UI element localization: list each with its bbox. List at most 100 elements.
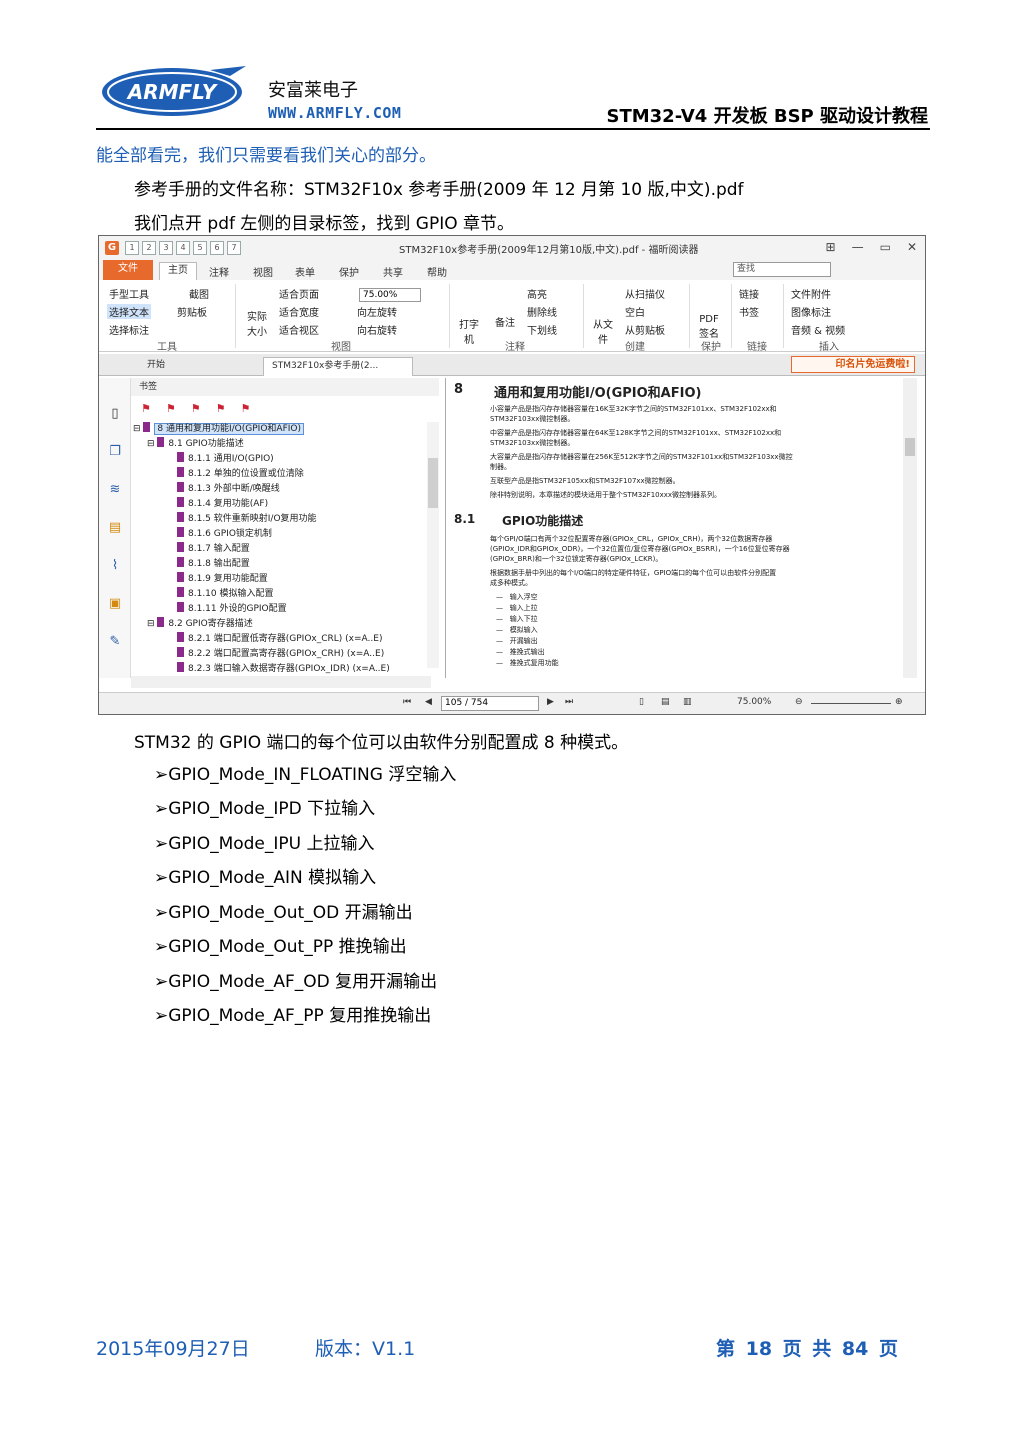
facing-icon[interactable]: ▥ [683,697,692,707]
typewriter-button[interactable]: 打字机 [459,316,479,346]
quick-access-key[interactable]: 4 [176,241,190,255]
fit-page-button[interactable]: 适合页面 [279,286,319,301]
bookmark-item[interactable]: 8.2.2 端口配置高寄存器(GPIOx_CRH) (x=A..E) [177,647,384,662]
page-bullet: — 推挽式输出 [496,648,545,656]
select-annot-button[interactable]: 选择标注 [109,322,149,337]
from-scanner-button[interactable]: 从扫描仪 [625,286,665,301]
rotate-left-button[interactable]: 向左旋转 [357,304,397,319]
quick-access-key[interactable]: 3 [159,241,173,255]
audio-video-button[interactable]: 音频 & 视频 [791,322,845,337]
zoom-slider[interactable] [811,703,891,704]
continuous-icon[interactable]: ▤ [661,697,670,707]
page-scrollbar[interactable] [903,378,917,678]
file-attach-button[interactable]: 文件附件 [791,286,831,301]
bookmark-tool-icon[interactable]: ⚑ [141,402,151,415]
zoom-out-icon[interactable]: ⊖ [795,697,803,707]
tab-view[interactable]: 视图 [253,264,273,279]
bookmark-tool-icon[interactable]: ⚑ [216,402,226,415]
blank-page-button[interactable]: 空白 [625,304,645,319]
bookmark-hscrollbar[interactable] [131,676,431,688]
tab-share[interactable]: 共享 [383,264,403,279]
bookmark-item[interactable]: 8.1.7 输入配置 [177,542,250,557]
tab-document[interactable]: STM32F10x参考手册(2... [263,357,413,376]
select-text-button[interactable]: 选择文本 [107,304,151,319]
bookmark-tool-icon[interactable]: ⚑ [166,402,176,415]
signature-icon[interactable]: ✎ [107,634,123,650]
search-input[interactable]: 查找 [733,262,831,277]
grid-icon[interactable]: ⊞ [826,240,836,254]
tab-help[interactable]: 帮助 [427,264,447,279]
tab-home[interactable]: 主页 [159,262,197,280]
quick-access-key[interactable]: 5 [193,241,207,255]
bookmark-item[interactable]: 8.1.4 复用功能(AF) [177,497,268,512]
next-page-icon[interactable]: ▶ [547,697,554,707]
note-button[interactable]: 备注 [495,314,515,329]
attachment-icon[interactable]: ⌇ [107,558,123,574]
clipboard-button[interactable]: 剪贴板 [177,304,207,319]
from-clipboard-button[interactable]: 从剪贴板 [625,322,665,337]
bookmark-item[interactable]: 8.2.3 端口输入数据寄存器(GPIOx_IDR) (x=A..E) [177,662,390,677]
fit-visible-button[interactable]: 适合视区 [279,322,319,337]
tab-file[interactable]: 文件 [103,260,153,280]
first-page-icon[interactable]: ⏮ [403,697,411,707]
comments-icon[interactable]: ▤ [107,520,123,536]
layers-icon[interactable]: ≋ [107,482,123,498]
foxit-app-icon[interactable]: G [105,241,119,255]
bookmark-tool-icon[interactable]: ⚑ [191,402,201,415]
zoom-in-icon[interactable]: ⊕ [895,697,903,707]
last-page-icon[interactable]: ⏭ [565,697,573,707]
bookmark-item[interactable]: 8.1.6 GPIO锁定机制 [177,527,272,542]
highlight-button[interactable]: 高亮 [527,286,547,301]
link-button[interactable]: 链接 [739,286,759,301]
minimize-icon[interactable]: — [852,240,864,254]
lock-icon[interactable]: ▣ [107,596,123,612]
quick-access-key[interactable]: 1 [125,241,139,255]
bookmark-item[interactable]: ⊟ 8.2 GPIO寄存器描述 [147,617,253,632]
close-icon[interactable]: ✕ [907,240,917,254]
zoom-select[interactable]: 75.00% [359,288,421,302]
bookmark-item[interactable]: 8.1.5 软件重新映射I/O复用功能 [177,512,317,527]
bookmark-item[interactable]: ⊟ 8 通用和复用功能I/O(GPIO和AFIO) [133,422,304,437]
restore-icon[interactable]: ▭ [880,240,891,254]
bookmark-item[interactable]: 8.2.1 端口配置低寄存器(GPIOx_CRL) (x=A..E) [177,632,382,647]
scroll-thumb[interactable] [428,458,438,508]
image-annot-button[interactable]: 图像标注 [791,304,831,319]
underline-button[interactable]: 下划线 [527,322,557,337]
page-para: 根据数据手册中列出的每个I/O端口的特定硬件特征，GPIO端口的每个位可以由软件… [490,569,777,577]
bookmark-tool-icon[interactable]: ⚑ [241,402,251,415]
bookmark-item[interactable]: 8.1.1 通用I/O(GPIO) [177,452,274,467]
bookmark-item[interactable]: ⊟ 8.1 GPIO功能描述 [147,437,244,452]
bookmark-item[interactable]: 8.1.11 外设的GPIO配置 [177,602,287,617]
rotate-right-button[interactable]: 向右旋转 [357,322,397,337]
bookmark-button[interactable]: 书签 [739,304,759,319]
bookmark-scrollbar[interactable] [427,422,439,668]
tab-start[interactable]: 开始 [139,357,173,376]
hand-tool-button[interactable]: 手型工具 [109,286,149,301]
actual-size-button[interactable]: 实际大小 [245,308,269,338]
pdf-sign-button[interactable]: PDF签名 [697,314,721,340]
fit-width-button[interactable]: 适合宽度 [279,304,319,319]
bookmark-item[interactable]: 8.1.3 外部中断/唤醒线 [177,482,280,497]
quick-access-key[interactable]: 6 [210,241,224,255]
tab-form[interactable]: 表单 [295,264,315,279]
quick-access-key[interactable]: 7 [227,241,241,255]
promo-banner[interactable]: 印名片免运费啦! [791,356,915,373]
tab-comment[interactable]: 注释 [209,264,229,279]
snapshot-button[interactable]: 截图 [189,286,209,301]
scroll-thumb[interactable] [905,438,915,456]
strikeout-button[interactable]: 删除线 [527,304,557,319]
bookmark-item[interactable]: 8.1.2 单独的位设置或位清除 [177,467,304,482]
page-number-input[interactable]: 105 / 754 [441,696,539,711]
bookmark-item[interactable]: 8.1.9 复用功能配置 [177,572,268,587]
page-icon[interactable]: ▯ [107,406,123,422]
single-page-icon[interactable]: ▯ [639,697,644,707]
zoom-level[interactable]: 75.00% [737,697,771,707]
from-file-button[interactable]: 从文件 [593,316,613,346]
tab-protect[interactable]: 保护 [339,264,359,279]
pages-icon[interactable]: ❐ [107,444,123,460]
bookmark-item[interactable]: 8.1.8 输出配置 [177,557,250,572]
bookmark-item[interactable]: 8.1.10 模拟输入配置 [177,587,274,602]
ribbon-tabs: 文件 主页 注释 视图 表单 保护 共享 帮助 查找 [99,260,925,280]
quick-access-key[interactable]: 2 [142,241,156,255]
prev-page-icon[interactable]: ◀ [425,697,432,707]
